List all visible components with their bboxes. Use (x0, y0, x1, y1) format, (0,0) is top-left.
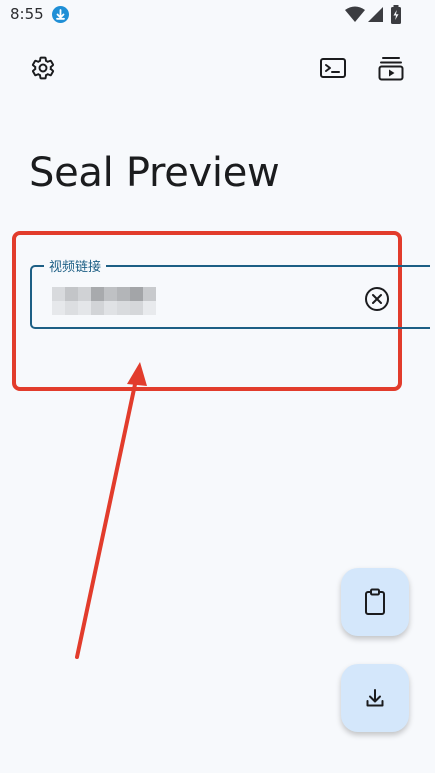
clipboard-icon (365, 588, 385, 615)
annotation-arrow (75, 362, 147, 659)
download-button[interactable] (341, 664, 409, 732)
paste-from-clipboard-button[interactable] (341, 568, 409, 636)
download-icon (366, 689, 384, 707)
